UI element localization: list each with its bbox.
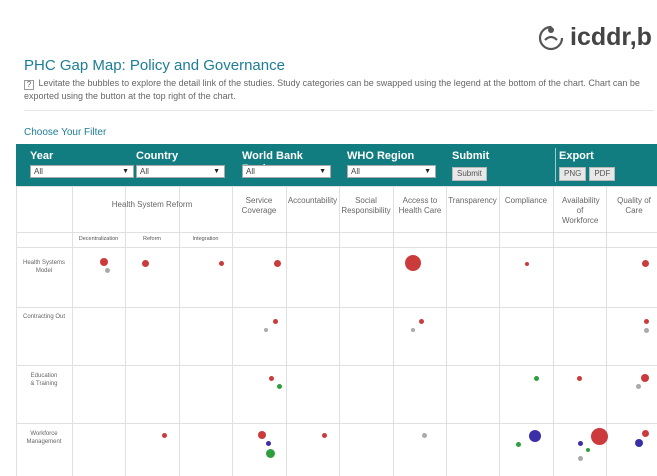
study-bubble[interactable]: [642, 260, 649, 267]
chevron-down-icon: ▼: [319, 168, 326, 175]
wb-region-select[interactable]: All ▼: [242, 165, 331, 178]
row-contracting-out: Contracting Out: [22, 314, 66, 320]
who-region-select[interactable]: All ▼: [347, 165, 436, 178]
study-bubble[interactable]: [162, 433, 167, 438]
study-bubble[interactable]: [644, 319, 649, 324]
study-bubble[interactable]: [534, 376, 539, 381]
study-bubble[interactable]: [277, 384, 282, 389]
filter-export: Export PNG PDF: [559, 150, 649, 181]
logo-figure-icon: [538, 25, 564, 51]
subcol-integration: Integration: [192, 236, 219, 242]
study-bubble[interactable]: [422, 433, 427, 438]
study-bubble[interactable]: [105, 268, 110, 273]
filter-who-region-label: WHO Region: [347, 150, 415, 162]
export-label: Export: [559, 150, 594, 162]
col-availability-of-workforce: Availability of Workforce: [562, 196, 600, 225]
page-title: PHC Gap Map: Policy and Governance: [24, 57, 285, 74]
year-select[interactable]: All ▼: [30, 165, 134, 178]
study-bubble[interactable]: [419, 319, 424, 324]
filter-year-label: Year: [30, 150, 54, 162]
filter-country: Country All ▼: [136, 150, 225, 178]
study-bubble[interactable]: [529, 430, 541, 442]
study-bubble[interactable]: [266, 449, 275, 458]
study-bubble[interactable]: [264, 328, 268, 332]
country-select[interactable]: All ▼: [136, 165, 225, 178]
row-health-systems-model: Health Systems Model: [22, 260, 65, 274]
filter-bar: Year All ▼ Country All ▼ World Bank Regi…: [16, 144, 657, 186]
study-bubble[interactable]: [641, 374, 649, 382]
year-select-value: All: [34, 167, 43, 176]
divider: [24, 110, 654, 111]
filter-year: Year All ▼: [30, 150, 134, 178]
chevron-down-icon: ▼: [213, 168, 220, 175]
col-service-coverage: Service Coverage: [241, 196, 277, 215]
study-bubble[interactable]: [142, 260, 149, 267]
study-bubble[interactable]: [411, 328, 415, 332]
country-select-value: All: [140, 167, 149, 176]
wb-region-select-value: All: [246, 167, 255, 176]
filter-country-label: Country: [136, 150, 179, 162]
col-transparency: Transparency: [448, 196, 497, 205]
subcol-decentralization: Decentralization: [78, 236, 119, 242]
study-bubble[interactable]: [258, 431, 266, 439]
study-bubble[interactable]: [274, 260, 281, 267]
export-divider: [555, 148, 556, 182]
study-bubble[interactable]: [266, 441, 271, 446]
filter-wb-region: World Bank Region All ▼: [242, 150, 331, 178]
chevron-down-icon: ▼: [122, 168, 129, 175]
logo-text: icddr,b: [570, 22, 652, 51]
col-quality-of-care: Quality of Care: [617, 196, 651, 215]
submit-button[interactable]: Submit: [452, 167, 487, 181]
study-bubble[interactable]: [636, 384, 641, 389]
study-bubble[interactable]: [591, 428, 608, 445]
study-bubble[interactable]: [405, 255, 421, 271]
study-bubble[interactable]: [322, 433, 327, 438]
who-region-select-value: All: [351, 167, 360, 176]
gap-map-grid: Health System Reform Service Coverage Ac…: [16, 186, 657, 476]
study-bubble[interactable]: [644, 328, 649, 333]
study-bubble[interactable]: [273, 319, 278, 324]
page-description: ? Levitate the bubbles to explore the de…: [24, 77, 652, 102]
study-bubble[interactable]: [586, 448, 590, 452]
study-bubble[interactable]: [578, 441, 583, 446]
study-bubble[interactable]: [578, 456, 583, 461]
export-pdf-button[interactable]: PDF: [589, 167, 616, 181]
col-compliance: Compliance: [504, 196, 548, 205]
study-bubble[interactable]: [635, 439, 643, 447]
submit-label: Submit: [452, 150, 490, 162]
subcol-divider: [179, 186, 180, 476]
export-png-button[interactable]: PNG: [559, 167, 587, 181]
study-bubble[interactable]: [100, 258, 108, 266]
description-text: Levitate the bubbles to explore the deta…: [24, 78, 640, 101]
study-bubble[interactable]: [219, 261, 224, 266]
study-bubble[interactable]: [516, 442, 521, 447]
study-bubble[interactable]: [525, 262, 529, 266]
filter-who-region: WHO Region All ▼: [347, 150, 436, 178]
subcol-reform: Reform: [142, 236, 162, 242]
col-health-system-reform: Health System Reform: [111, 200, 193, 209]
col-accountability: Accountability: [287, 196, 338, 205]
row-workforce-management: Workforce Management: [26, 431, 62, 445]
study-bubble[interactable]: [642, 430, 649, 437]
study-bubble[interactable]: [577, 376, 582, 381]
icddrb-logo: icddr,b: [536, 22, 656, 52]
filter-submit: Submit Submit: [452, 150, 512, 181]
study-bubble[interactable]: [269, 376, 274, 381]
col-social-responsibility: Social Responsibility: [341, 196, 391, 215]
row-education-training: Education & Training: [30, 373, 58, 387]
col-access-to-health-care: Access to Health Care: [398, 196, 442, 215]
filter-section-title: Choose Your Filter: [24, 127, 107, 138]
filter-wb-region-label: World Bank Region: [242, 150, 303, 175]
help-icon: ?: [24, 80, 34, 90]
chevron-down-icon: ▼: [424, 168, 431, 175]
subcol-divider: [125, 186, 126, 476]
